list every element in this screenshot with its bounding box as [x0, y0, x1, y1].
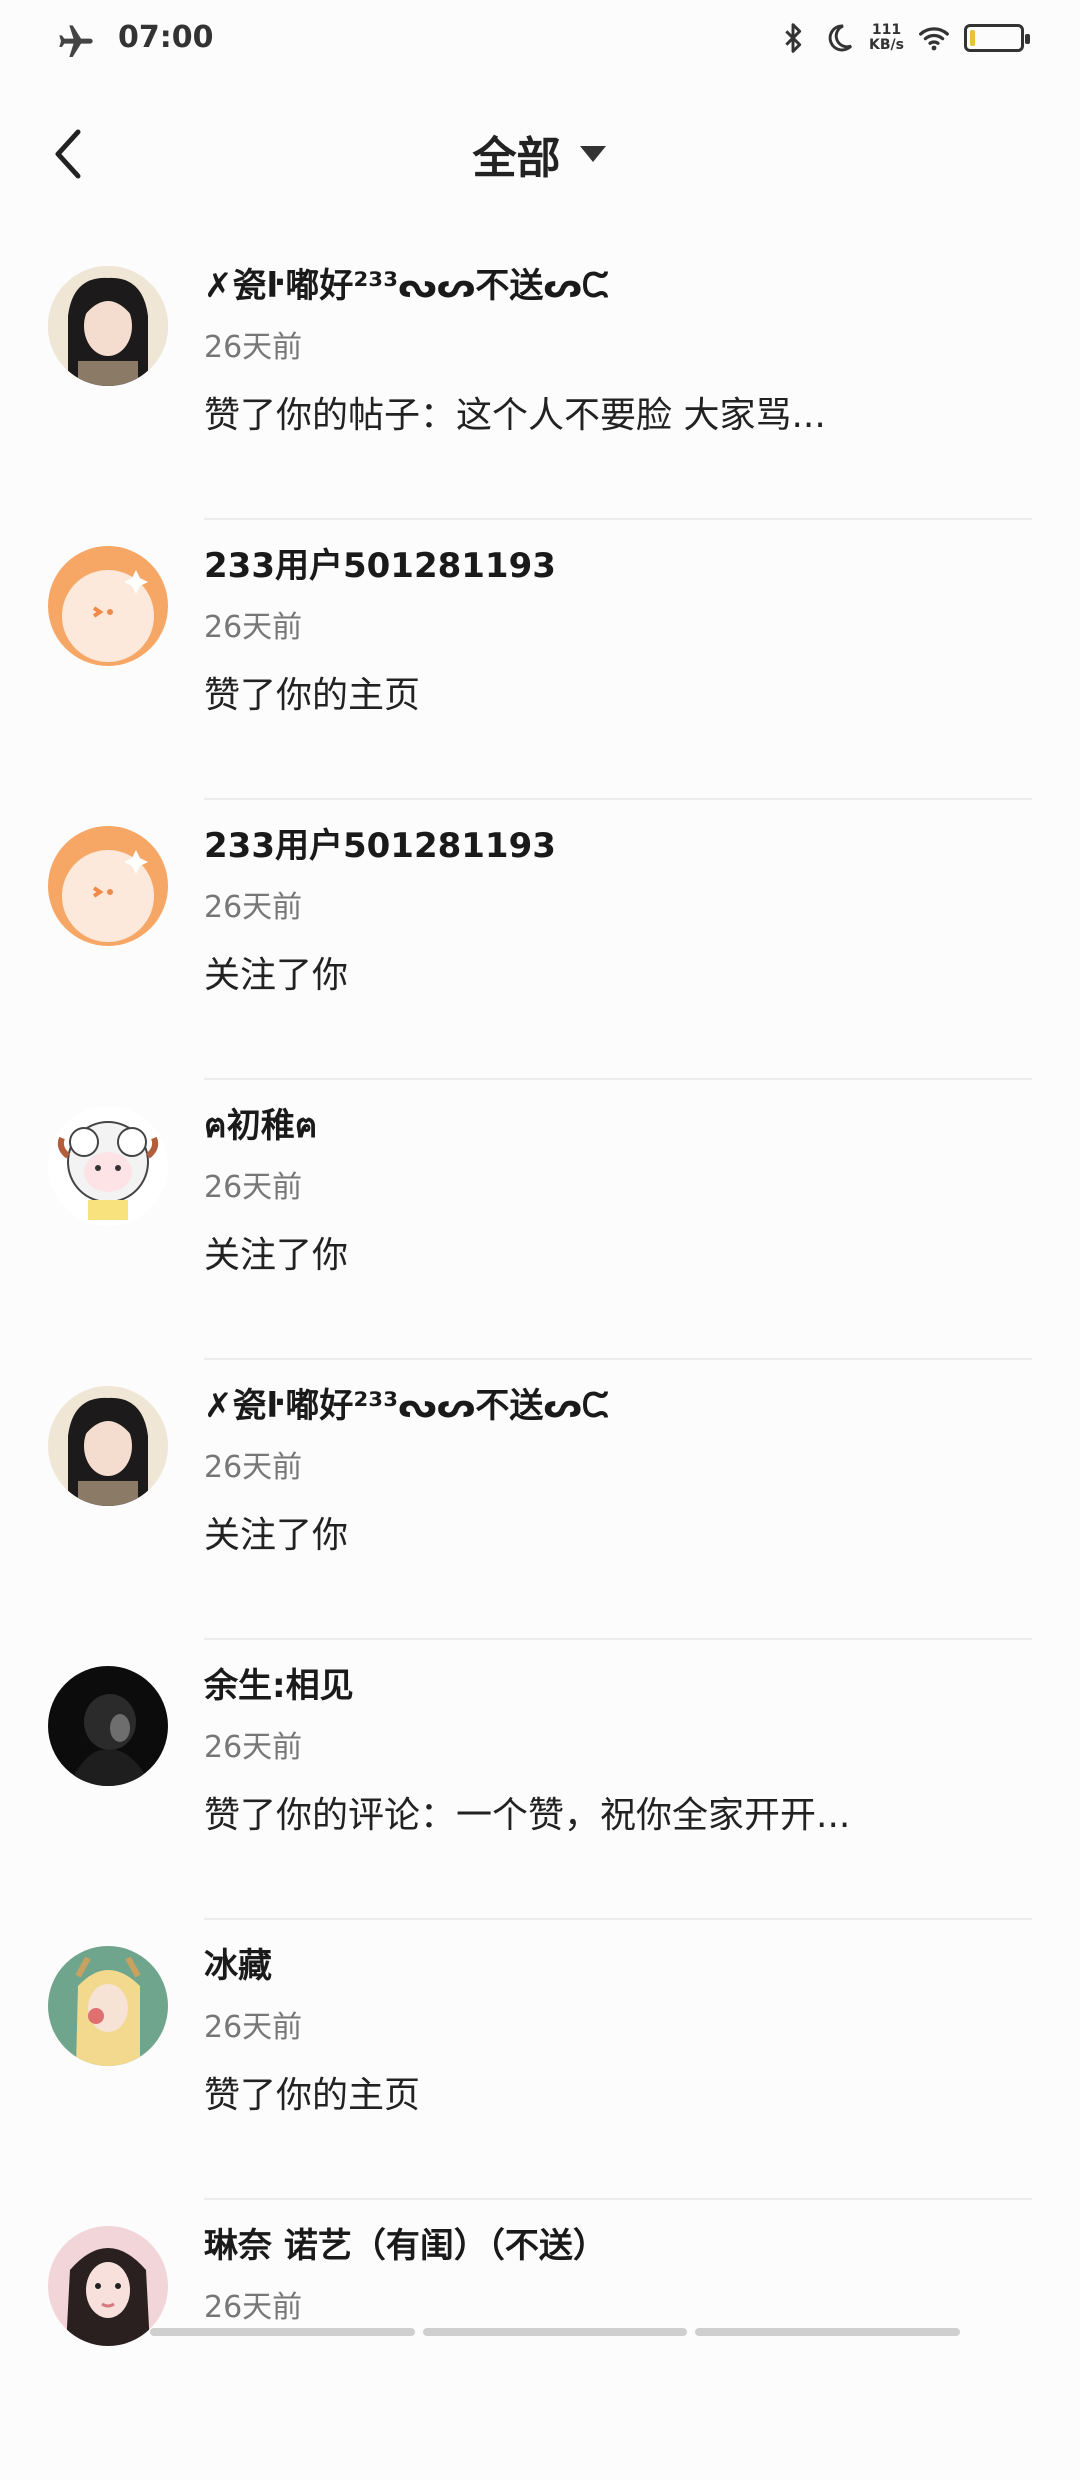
battery-icon	[964, 24, 1030, 52]
notification-text: 关注了你	[204, 955, 349, 996]
notification-item[interactable]: 233用户501281193 26天前 赞了你的主页	[0, 520, 1080, 800]
user-name[interactable]: 余生:相见	[204, 1658, 354, 1707]
bluetooth-icon	[785, 23, 802, 53]
user-name[interactable]: 冰藏	[204, 1938, 272, 1987]
filter-dropdown[interactable]: 全部	[0, 122, 1080, 186]
user-name[interactable]: ฅ初稚ฅ	[204, 1098, 318, 1152]
user-name[interactable]: ✗瓷ŀ嘟好²³³ᔓᔕ不送ᔕᙅ	[204, 1378, 609, 1427]
notification-text: 赞了你的帖子：这个人不要脸 大家骂...	[204, 395, 826, 436]
timestamp: 26天前	[204, 1730, 303, 1765]
timestamp: 26天前	[204, 330, 303, 365]
notification-text: 赞了你的主页	[204, 2075, 421, 2116]
status-time: 07:00	[118, 20, 214, 55]
user-name[interactable]: 233用户501281193	[204, 538, 556, 587]
network-speed: 111 KB/s	[869, 22, 904, 53]
bottom-scroll-indicator	[150, 2328, 961, 2336]
notification-text: 赞了你的评论：一个赞，祝你全家开开...	[204, 1795, 851, 1836]
user-name[interactable]: 233用户501281193	[204, 818, 556, 867]
airplane-icon	[59, 25, 93, 57]
user-name[interactable]: ✗瓷ŀ嘟好²³³ᔓᔕ不送ᔕᙅ	[204, 258, 609, 307]
user-name[interactable]: 琳奈 诺艺（有闺）（不送）	[204, 2218, 607, 2267]
timestamp: 26天前	[204, 2290, 303, 2325]
avatar[interactable]	[48, 1946, 168, 2066]
notification-item[interactable]: 余生:相见 26天前 赞了你的评论：一个赞，祝你全家开开...	[0, 1640, 1080, 1920]
avatar[interactable]	[48, 1106, 168, 1226]
notification-item[interactable]: ✗瓷ŀ嘟好²³³ᔓᔕ不送ᔕᙅ 26天前 赞了你的帖子：这个人不要脸 大家骂...	[0, 240, 1080, 520]
notification-item[interactable]: 233用户501281193 26天前 关注了你	[0, 800, 1080, 1080]
timestamp: 26天前	[204, 1170, 303, 1205]
notification-text: 赞了你的主页	[204, 675, 421, 716]
page-title: 全部	[472, 133, 561, 184]
timestamp: 26天前	[204, 1450, 303, 1485]
wifi-icon	[919, 27, 949, 51]
notification-item[interactable]: ฅ初稚ฅ 26天前 关注了你	[0, 1080, 1080, 1360]
avatar[interactable]	[48, 1666, 168, 1786]
notification-item[interactable]: ✗瓷ŀ嘟好²³³ᔓᔕ不送ᔕᙅ 26天前 关注了你	[0, 1360, 1080, 1640]
nav-bar: 全部	[0, 100, 1080, 210]
status-bar: 07:00 111 KB/s	[0, 0, 1080, 80]
timestamp: 26天前	[204, 890, 303, 925]
notification-list: ✗瓷ŀ嘟好²³³ᔓᔕ不送ᔕᙅ 26天前 赞了你的帖子：这个人不要脸 大家骂...…	[0, 240, 1080, 2480]
notification-item[interactable]: 琳奈 诺艺（有闺）（不送） 26天前	[0, 2200, 1080, 2480]
notification-text: 关注了你	[204, 1515, 349, 1556]
moon-icon	[828, 24, 853, 52]
caret-down-icon	[579, 146, 606, 162]
avatar[interactable]	[48, 546, 168, 666]
avatar[interactable]	[48, 826, 168, 946]
notification-item[interactable]: 冰藏 26天前 赞了你的主页	[0, 1920, 1080, 2200]
timestamp: 26天前	[204, 2010, 303, 2045]
avatar[interactable]	[48, 266, 168, 386]
avatar[interactable]	[48, 1386, 168, 1506]
timestamp: 26天前	[204, 610, 303, 645]
notification-text: 关注了你	[204, 1235, 349, 1276]
